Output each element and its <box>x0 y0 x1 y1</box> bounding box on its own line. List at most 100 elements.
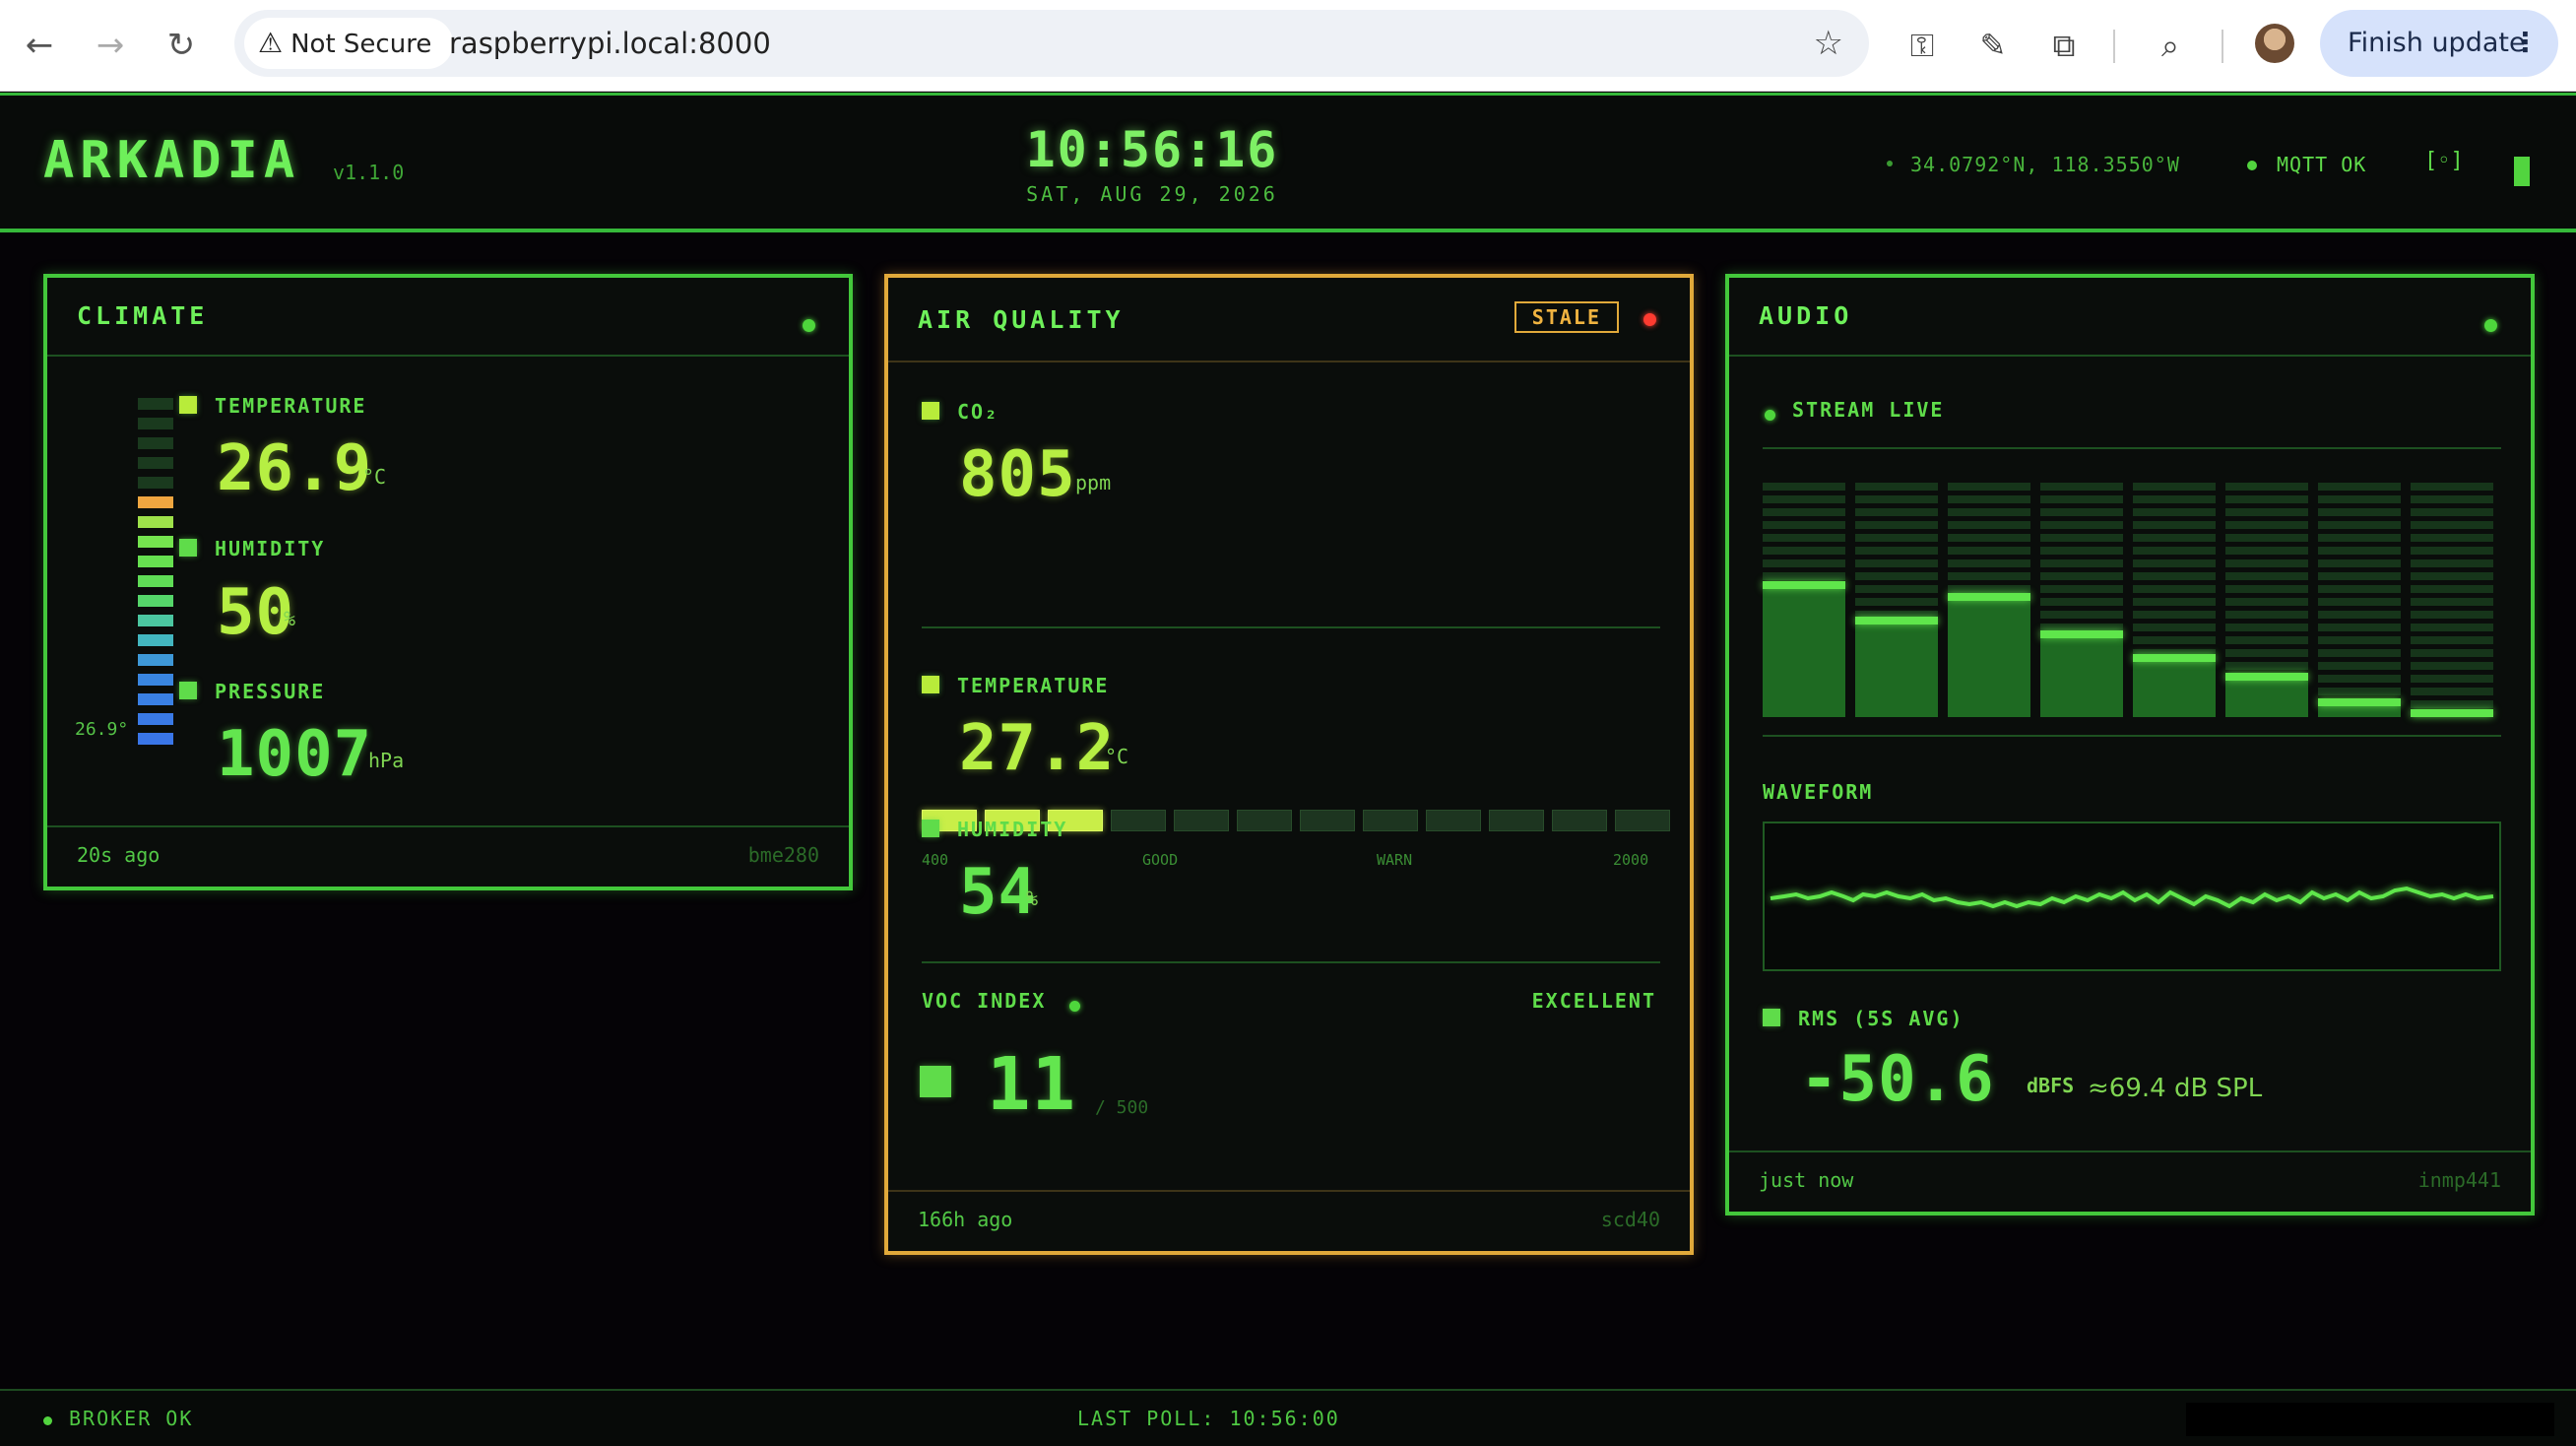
voc-value: 11 <box>987 1042 1077 1127</box>
temperature-label: TEMPERATURE <box>215 394 367 418</box>
forward-arrow-icon[interactable]: → <box>85 20 136 71</box>
divider <box>1763 735 2501 737</box>
voc-indicator <box>920 1066 951 1097</box>
co2-bar-segment <box>1174 810 1229 831</box>
status-dot <box>2484 319 2497 332</box>
dashboard-header: ARKADIA v1.1.0 10:56:16 SAT, AUG 29, 202… <box>0 93 2576 232</box>
pressure-indicator <box>179 682 197 699</box>
gauge-segment <box>138 634 173 646</box>
eyedropper-icon[interactable]: ✎ <box>1967 20 2019 71</box>
location-coordinates: 34.0792°N, 118.3550°W <box>1910 153 2180 176</box>
temperature-value: 27.2 <box>959 712 1116 785</box>
divider <box>47 355 849 357</box>
broker-status: BROKER OK <box>69 1407 194 1430</box>
sensor-name: inmp441 <box>2417 1168 2501 1192</box>
pressure-unit: hPa <box>368 749 405 772</box>
gauge-segment <box>138 595 173 607</box>
co2-bar-segment <box>1111 810 1166 831</box>
gauge-segment <box>138 477 173 489</box>
temperature-label: TEMPERATURE <box>957 674 1110 697</box>
co2-bar-segment <box>1615 810 1670 831</box>
pressure-label: PRESSURE <box>215 680 326 703</box>
spectrum-band-fill <box>1948 593 2030 717</box>
back-arrow-icon[interactable]: ← <box>14 20 65 71</box>
security-label: Not Secure <box>290 30 432 59</box>
last-updated: 20s ago <box>77 843 161 867</box>
spectrum-band-peak <box>1948 593 2030 601</box>
divider <box>1763 447 2501 449</box>
status-dot <box>1643 313 1656 326</box>
last-updated: just now <box>1759 1168 1854 1192</box>
waveform-display <box>1763 822 2501 971</box>
spectrum-band-fill <box>2133 654 2216 717</box>
humidity-indicator <box>179 539 197 557</box>
scale-max: 2000 <box>1613 851 1649 869</box>
temperature-indicator <box>922 676 939 693</box>
co2-bar-segment <box>1300 810 1355 831</box>
voc-status-dot <box>1069 1001 1080 1012</box>
gauge-segment <box>138 437 173 449</box>
status-bar: BROKER OK LAST POLL: 10:56:00 <box>0 1389 2576 1446</box>
stale-badge: STALE <box>1513 301 1619 333</box>
gauge-segment <box>138 713 173 725</box>
co2-unit: ppm <box>1075 471 1112 494</box>
pressure-value: 1007 <box>217 718 373 791</box>
clock-time: 10:56:16 <box>1025 121 1279 178</box>
browser-toolbar: ← → ↻ ⚠ Not Secure raspberrypi.local:8000… <box>0 0 2576 92</box>
spectrum-band <box>1763 483 1845 717</box>
temperature-unit: °C <box>362 465 387 489</box>
spectrum-band <box>2318 483 2401 717</box>
extensions-icon[interactable]: ⧉ <box>2038 20 2090 71</box>
climate-panel: CLIMATE 26.9° TEMPERATURE 26.9 °C HUMIDI… <box>43 274 853 890</box>
warning-icon: ⚠ <box>258 27 284 59</box>
toolbar-separator <box>2222 30 2223 63</box>
co2-value: 805 <box>959 438 1076 511</box>
tab-search-icon[interactable]: ⌕ <box>2145 20 2196 71</box>
waveform-label: WAVEFORM <box>1763 780 1874 804</box>
redacted-area <box>2186 1403 2554 1436</box>
password-manager-icon[interactable]: ⚿ <box>1897 20 1948 71</box>
mqtt-status-dot <box>2247 161 2257 170</box>
gauge-segment <box>138 654 173 666</box>
stream-live-label: STREAM LIVE <box>1792 398 1945 422</box>
waveform-trace <box>1770 886 2494 909</box>
co2-bar-segment <box>1489 810 1544 831</box>
profile-avatar[interactable] <box>2255 24 2294 63</box>
star-icon[interactable]: ☆ <box>1814 10 1843 77</box>
audio-panel: AUDIO STREAM LIVE WAVEFORM RMS (5S AVG) … <box>1725 274 2535 1216</box>
gauge-segment <box>138 693 173 705</box>
panel-footer: just now inmp441 <box>1729 1150 2531 1212</box>
temperature-unit: °C <box>1105 745 1129 768</box>
security-chip[interactable]: ⚠ Not Secure <box>244 18 454 69</box>
last-poll: LAST POLL: 10:56:00 <box>1077 1407 1340 1430</box>
finish-update-button[interactable]: Finish update ⋮ <box>2320 10 2558 77</box>
spectrum-band <box>2133 483 2216 717</box>
spectrum-band-peak <box>2040 630 2123 638</box>
spl-value: ≈69.4 dB SPL <box>2088 1074 2263 1103</box>
rms-label: RMS (5S AVG) <box>1798 1007 1964 1030</box>
scale-warn: WARN <box>1377 851 1413 869</box>
url-text[interactable]: raspberrypi.local:8000 <box>449 10 771 77</box>
last-updated: 166h ago <box>918 1208 1013 1231</box>
spectrum-band-peak <box>1763 581 1845 589</box>
signal-bar-icon <box>2514 157 2530 186</box>
co2-bar-segment <box>1426 810 1481 831</box>
gauge-segment <box>138 536 173 548</box>
humidity-indicator <box>922 820 939 837</box>
app-logo: ARKADIA <box>43 131 301 190</box>
gauge-segment <box>138 615 173 626</box>
temperature-indicator <box>179 396 197 414</box>
voc-max: / 500 <box>1095 1097 1149 1118</box>
humidity-unit: % <box>284 607 296 630</box>
address-bar[interactable]: ⚠ Not Secure raspberrypi.local:8000 ☆ <box>234 10 1869 77</box>
spectrum-band <box>1948 483 2030 717</box>
spectrum-band-peak <box>2133 654 2216 662</box>
mqtt-status: MQTT OK <box>2277 153 2367 176</box>
fullscreen-toggle-icon[interactable]: [◦] <box>2424 149 2464 173</box>
reload-icon[interactable]: ↻ <box>156 20 207 71</box>
more-vert-icon[interactable]: ⋮ <box>2512 10 2539 77</box>
spectrum-band <box>2225 483 2308 717</box>
spectrum-band-fill <box>2040 630 2123 717</box>
rms-unit: dBFS <box>2027 1074 2075 1097</box>
gauge-segment <box>138 516 173 528</box>
